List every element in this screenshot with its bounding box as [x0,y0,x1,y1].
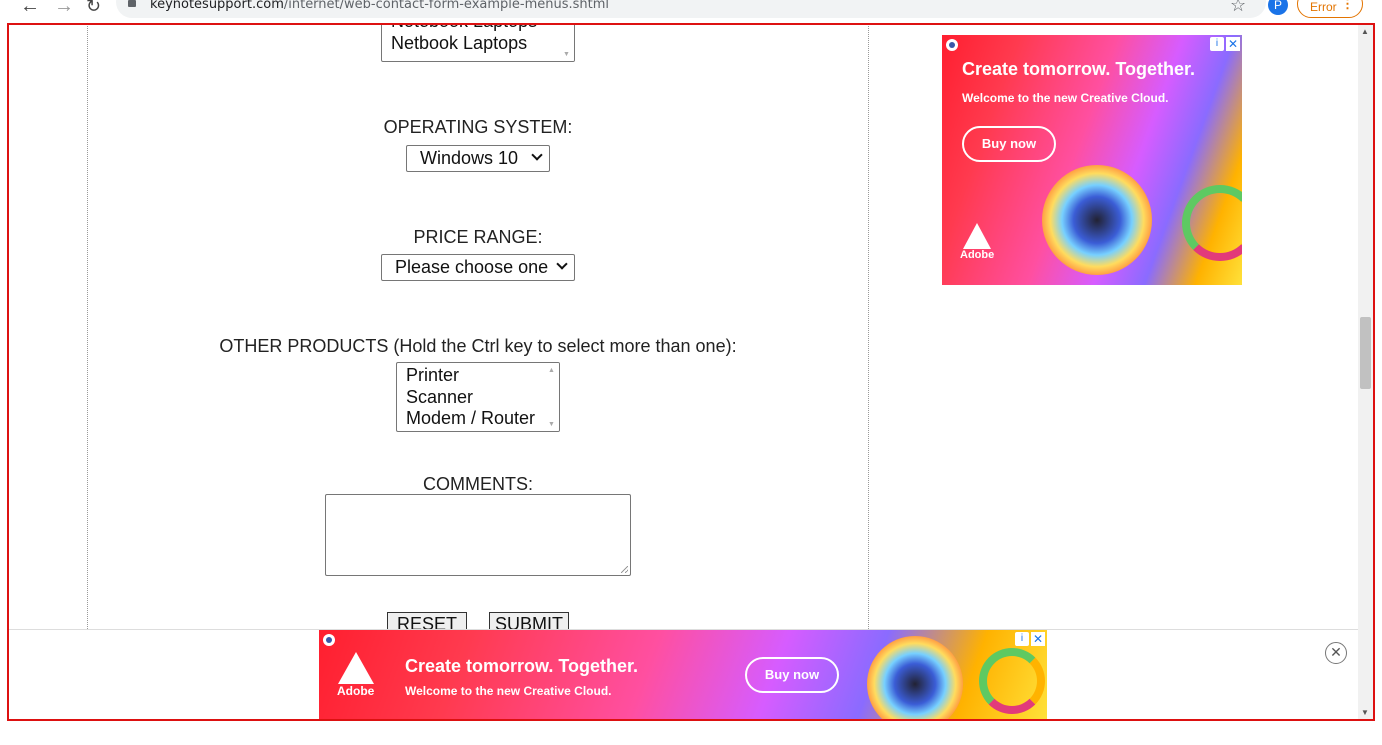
list-option-scanner[interactable]: Scanner [397,387,559,409]
scroll-down-icon[interactable]: ▼ [563,51,570,58]
url-domain: keynotesupport.com [150,0,284,12]
scroll-up-icon[interactable]: ▲ [1361,27,1369,36]
browser-toolbar: ← → ↻ keynotesupport.com/internet/web-co… [0,0,1382,22]
chevron-down-icon [556,258,568,270]
os-select[interactable]: Windows 10 [406,145,550,172]
comments-label: COMMENTS: [423,474,533,494]
price-selected-value: Please choose one [395,257,549,277]
back-arrow-icon[interactable]: ← [20,0,40,16]
ad-shield-icon [946,39,958,51]
computer-type-listbox[interactable]: Notebook Laptops Netbook Laptops ▼ [381,25,575,62]
ad-artwork [867,636,963,719]
close-icon[interactable]: ✕ [1325,642,1347,664]
ad-buy-button[interactable]: Buy now [962,126,1056,162]
error-button[interactable]: Error ⋮ [1297,0,1363,18]
scroll-up-icon[interactable]: ▲ [548,367,555,374]
adchoices-icon[interactable]: i [1210,37,1224,51]
comments-textarea[interactable] [325,494,631,576]
adobe-brand-text: Adobe [337,684,375,698]
error-label: Error [1310,0,1337,14]
other-products-listbox[interactable]: Printer Scanner Modem / Router ▲ ▼ [396,362,560,432]
list-option-modem-router[interactable]: Modem / Router [397,408,559,430]
adobe-logo-icon [337,652,374,684]
side-ad-banner[interactable]: i ✕ Create tomorrow. Together. Welcome t… [942,35,1242,285]
resize-handle[interactable] [621,566,628,573]
page-scrollbar[interactable]: ▲ ▼ [1358,25,1373,719]
url-path: /internet/web-contact-form-example-menus… [283,0,610,12]
more-icon[interactable]: ⋮ [1341,0,1354,12]
list-option[interactable]: Notebook Laptops [382,25,574,33]
lock-icon[interactable] [128,0,136,7]
scroll-down-icon[interactable]: ▼ [1361,708,1369,717]
other-products-label: OTHER PRODUCTS (Hold the Ctrl key to sel… [219,336,737,356]
page-viewport: Notebook Laptops Netbook Laptops ▼ OPERA… [7,23,1375,721]
adobe-logo-icon [963,223,992,249]
adobe-brand-text: Adobe [960,249,995,261]
bottom-ad-banner[interactable]: i ✕ Adobe Create tomorrow. Together. Wel… [319,630,1047,719]
ad-shield-icon [323,634,335,646]
ad-subline: Welcome to the new Creative Cloud. [962,91,1169,105]
list-option[interactable]: Netbook Laptops [382,33,574,55]
scrollbar-thumb[interactable] [1360,317,1371,389]
ad-buy-button[interactable]: Buy now [745,657,839,693]
ad-artwork-swirl [1182,185,1242,261]
profile-avatar[interactable]: P [1268,0,1288,15]
ad-headline: Create tomorrow. Together. [405,656,639,676]
ad-close-icon[interactable]: ✕ [1031,632,1045,646]
ad-artwork-swirl [979,648,1045,714]
ad-artwork [1042,165,1152,275]
adobe-logo: Adobe [960,223,994,261]
url-text[interactable]: keynotesupport.com/internet/web-contact-… [150,0,609,12]
listbox-scrollbar[interactable]: ▼ [560,25,574,61]
scroll-down-icon[interactable]: ▼ [548,421,555,428]
os-selected-value: Windows 10 [420,148,519,168]
ad-subline: Welcome to the new Creative Cloud. [405,684,612,698]
ad-headline: Create tomorrow. Together. [962,59,1196,79]
os-label: OPERATING SYSTEM: [383,117,573,137]
ad-close-icon[interactable]: ✕ [1226,37,1240,51]
chevron-down-icon [531,149,543,161]
price-select[interactable]: Please choose one [381,254,575,281]
list-option-printer[interactable]: Printer [397,365,559,387]
price-label: PRICE RANGE: [413,227,543,247]
adchoices-icon[interactable]: i [1015,632,1029,646]
adobe-logo: Adobe [337,652,374,698]
listbox-scrollbar[interactable]: ▲ ▼ [545,363,559,431]
reload-icon[interactable]: ↻ [86,0,101,16]
forward-arrow-icon[interactable]: → [54,0,74,16]
star-icon[interactable]: ☆ [1230,0,1246,16]
